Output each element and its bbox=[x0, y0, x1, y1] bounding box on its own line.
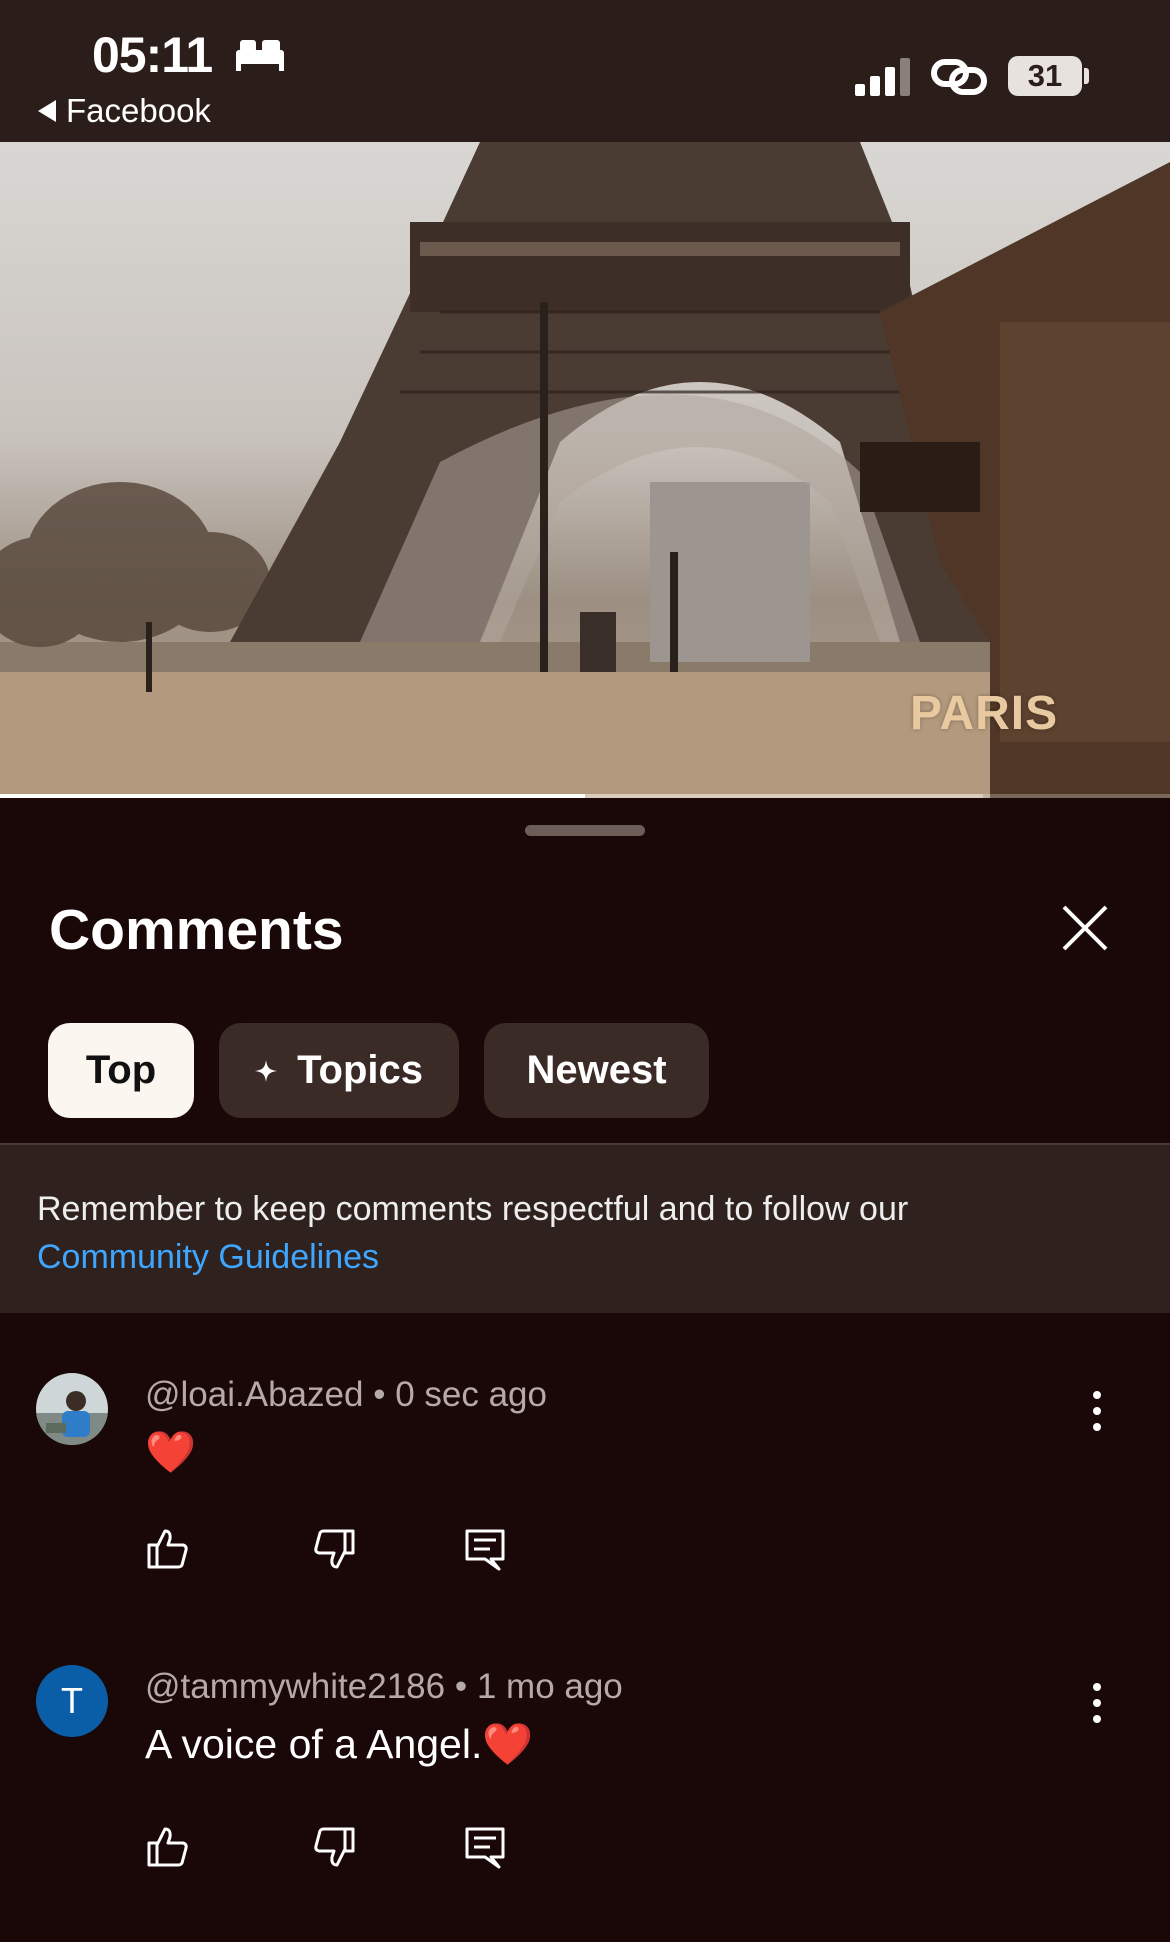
comment-text: ❤️ bbox=[145, 1429, 197, 1475]
community-guidelines-link[interactable]: Community Guidelines bbox=[37, 1233, 1137, 1281]
comment-time: 1 mo ago bbox=[476, 1667, 623, 1706]
comment-meta: @tammywhite2186 • 1 mo ago bbox=[145, 1667, 623, 1707]
comment-actions bbox=[145, 1825, 545, 1875]
comments-title: Comments bbox=[49, 898, 344, 962]
status-bar: 05:11 Facebook 31 bbox=[0, 0, 1170, 142]
avatar[interactable] bbox=[36, 1373, 108, 1445]
filter-chip-label: Newest bbox=[526, 1048, 667, 1092]
close-icon[interactable] bbox=[1058, 901, 1112, 955]
signal-icon bbox=[855, 58, 910, 96]
dislike-icon[interactable] bbox=[313, 1825, 357, 1869]
back-link-label: Facebook bbox=[66, 92, 211, 129]
reply-icon[interactable] bbox=[463, 1825, 507, 1869]
comment-filter-chips: Top Topics Newest bbox=[48, 1023, 709, 1118]
video-progress-bar[interactable] bbox=[0, 794, 1170, 798]
back-arrow-icon bbox=[38, 100, 56, 122]
more-options-icon[interactable] bbox=[1082, 1679, 1112, 1727]
bed-icon bbox=[236, 40, 284, 71]
sheet-drag-handle[interactable] bbox=[525, 825, 645, 836]
clock: 05:11 bbox=[92, 27, 213, 83]
dislike-icon[interactable] bbox=[313, 1527, 357, 1571]
notice-text: Remember to keep comments respectful and… bbox=[37, 1185, 1137, 1281]
meta-separator: • bbox=[373, 1375, 386, 1414]
filter-chip-top[interactable]: Top bbox=[48, 1023, 194, 1118]
community-notice: Remember to keep comments respectful and… bbox=[0, 1145, 1170, 1313]
comment-author[interactable]: @loai.Abazed bbox=[145, 1375, 363, 1414]
comments-sheet: Comments Top Topics Newest Remember to k… bbox=[0, 801, 1170, 1942]
battery-nub bbox=[1084, 68, 1089, 84]
filter-chip-label: Top bbox=[85, 1048, 157, 1092]
comment-time: 0 sec ago bbox=[395, 1375, 547, 1414]
avatar-photo bbox=[36, 1373, 108, 1445]
comment-text: A voice of a Angel.❤️ bbox=[145, 1721, 534, 1767]
more-options-icon[interactable] bbox=[1082, 1387, 1112, 1435]
notice-message: Remember to keep comments respectful and… bbox=[37, 1190, 909, 1228]
sparkle-icon bbox=[255, 1059, 278, 1082]
like-icon[interactable] bbox=[145, 1527, 189, 1571]
like-icon[interactable] bbox=[145, 1825, 189, 1869]
battery-icon: 31 bbox=[1008, 56, 1082, 96]
reply-icon[interactable] bbox=[463, 1527, 507, 1571]
comment-meta: @loai.Abazed • 0 sec ago bbox=[145, 1375, 547, 1415]
back-to-facebook-link[interactable]: Facebook bbox=[38, 92, 211, 130]
avatar[interactable]: T bbox=[36, 1665, 108, 1737]
link-icon bbox=[931, 59, 987, 95]
filter-chip-topics[interactable]: Topics bbox=[219, 1023, 459, 1118]
comment-actions bbox=[145, 1527, 545, 1577]
video-player[interactable]: PARIS bbox=[0, 142, 1170, 798]
meta-separator: • bbox=[454, 1667, 468, 1706]
video-watermark: PARIS bbox=[910, 687, 1059, 740]
video-progress-fill bbox=[0, 794, 585, 798]
filter-chip-newest[interactable]: Newest bbox=[484, 1023, 709, 1118]
filter-chip-label: Topics bbox=[297, 1048, 423, 1092]
comment-author[interactable]: @tammywhite2186 bbox=[145, 1667, 445, 1706]
